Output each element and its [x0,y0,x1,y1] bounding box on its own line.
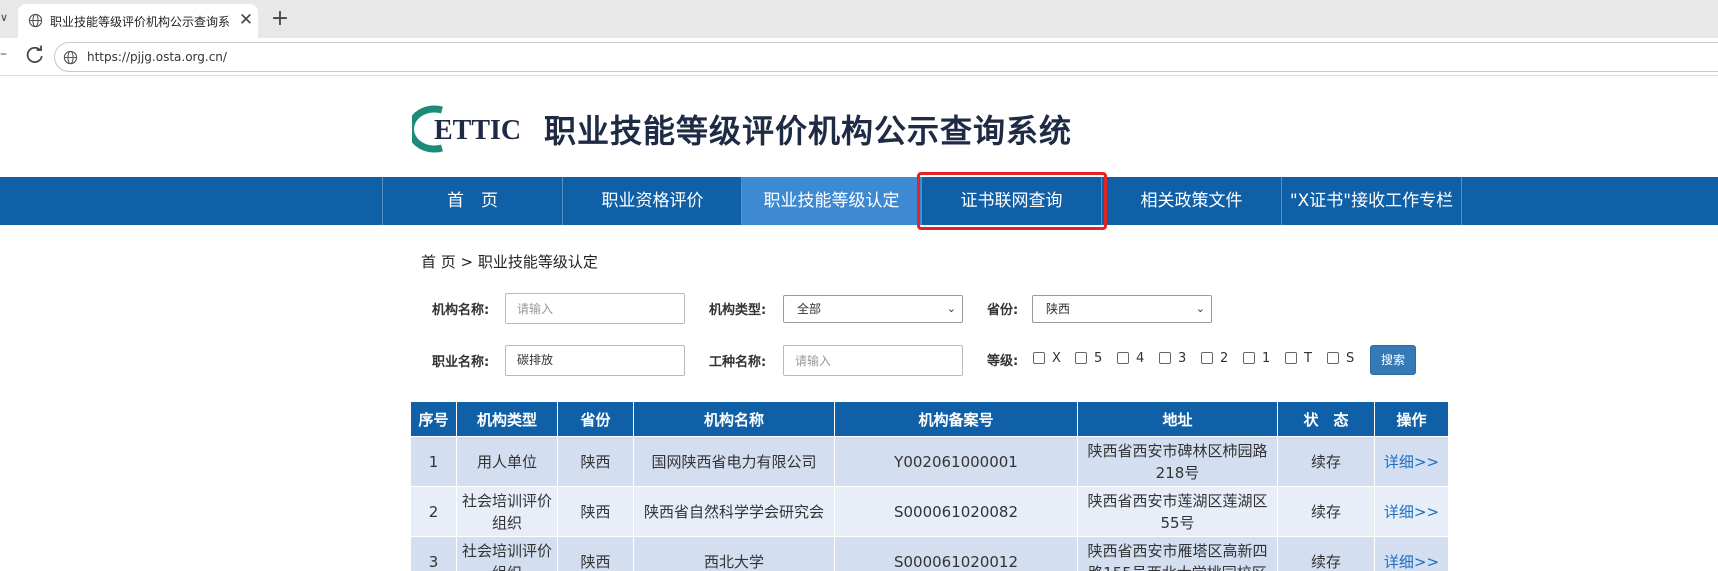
cell-province: 陕西 [557,436,634,487]
cell-status: 续存 [1277,486,1375,537]
occupation-input[interactable]: 碳排放 [505,345,685,376]
cell-org-type: 社会培训评价组织 [456,486,558,537]
breadcrumb: 首 页 > 职业技能等级认定 [421,253,598,271]
level-checkbox-3[interactable]: 3 [1159,351,1186,369]
browser-tabstrip: ∨ 职业技能等级评价机构公示查询系 ✕ + [0,0,1718,38]
org-type-label: 机构类型: [709,303,767,318]
plus-icon[interactable]: + [268,5,292,33]
org-type-value: 全部 [797,302,822,316]
back-arrow-icon[interactable]: – [0,46,10,62]
checkbox[interactable] [1243,352,1255,364]
col-header-record-no: 机构备案号 [834,401,1078,437]
globe-icon [28,13,43,28]
col-header-status: 状 态 [1277,401,1375,437]
cell-action: 详细>> [1374,486,1449,537]
tab-list-chevron-icon[interactable]: ∨ [0,8,10,28]
nav-vocational-qualification[interactable]: 职业资格评价 [562,177,742,225]
checkbox[interactable] [1075,352,1087,364]
cell-status: 续存 [1277,536,1375,571]
level-checkbox-4[interactable]: 4 [1117,351,1144,369]
level-checkbox-x[interactable]: X [1033,351,1061,369]
cell-org-name: 西北大学 [633,536,835,571]
checkbox[interactable] [1285,352,1297,364]
org-type-select[interactable]: 全部 ⌄ [783,295,963,323]
checkbox[interactable] [1117,352,1129,364]
tab-title: 职业技能等级评价机构公示查询系 [50,15,230,29]
col-header-org-type: 机构类型 [456,401,558,437]
org-name-input[interactable] [505,293,685,324]
col-header-action: 操作 [1374,401,1449,437]
close-icon[interactable]: ✕ [236,9,256,31]
cell-address: 陕西省西安市碑林区柿园路218号 [1077,436,1278,487]
col-header-province: 省份 [557,401,634,437]
level-checkbox-1[interactable]: 1 [1243,351,1270,369]
province-value: 陕西 [1046,302,1071,316]
nav-home[interactable]: 首 页 [382,177,562,225]
trade-input[interactable] [783,345,963,376]
nav-policy-documents[interactable]: 相关政策文件 [1101,177,1281,225]
browser-toolbar: – https://pjjg.osta.org.cn/ [0,38,1718,76]
reload-icon[interactable] [24,44,46,66]
level-checkbox-2[interactable]: 2 [1201,351,1228,369]
cell-record-no: Y002061000001 [834,436,1078,487]
detail-link[interactable]: 详细>> [1384,453,1439,471]
main-nav: 首 页 职业资格评价 职业技能等级认定 证书联网查询 相关政策文件 "X证书"接… [0,177,1718,225]
cell-org-type: 用人单位 [456,436,558,487]
cell-org-type: 社会培训评价组织 [456,536,558,571]
col-header-address: 地址 [1077,401,1278,437]
chevron-down-icon: ⌄ [1195,302,1205,315]
col-header-index: 序号 [410,401,457,437]
cell-org-name: 陕西省自然科学学会研究会 [633,486,835,537]
cell-address: 陕西省西安市雁塔区高新四路155号西北大学桃园校区 [1077,536,1278,571]
cell-record-no: S000061020082 [834,486,1078,537]
org-name-label: 机构名称: [432,303,490,318]
table-row: 1 用人单位 陕西 国网陕西省电力有限公司 Y002061000001 陕西省西… [410,436,1449,487]
checkbox[interactable] [1327,352,1339,364]
cell-address: 陕西省西安市莲湖区莲湖区55号 [1077,486,1278,537]
level-label: 等级: [987,354,1019,369]
globe-icon[interactable] [63,50,78,65]
search-button[interactable]: 搜索 [1370,345,1416,375]
site-title: 职业技能等级评价机构公示查询系统 [544,112,1073,150]
table-row: 2 社会培训评价组织 陕西 陕西省自然科学学会研究会 S000061020082… [410,486,1449,537]
nav-certificate-query[interactable]: 证书联网查询 [921,177,1101,225]
cell-province: 陕西 [557,536,634,571]
svg-text:ETTIC: ETTIC [434,115,521,146]
level-checkbox-t[interactable]: T [1285,351,1312,369]
cell-action: 详细>> [1374,536,1449,571]
checkbox[interactable] [1201,352,1213,364]
table-row: 3 社会培训评价组织 陕西 西北大学 S000061020012 陕西省西安市雁… [410,536,1449,571]
nav-x-certificate[interactable]: "X证书"接收工作专栏 [1281,177,1461,225]
level-checkbox-s[interactable]: S [1327,351,1354,369]
address-bar[interactable]: https://pjjg.osta.org.cn/ [54,42,1718,72]
province-select[interactable]: 陕西 ⌄ [1032,295,1212,323]
trade-label: 工种名称: [709,355,767,370]
site-logo: ETTIC [412,105,521,153]
cell-index: 1 [410,436,457,487]
cell-index: 3 [410,536,457,571]
cell-status: 续存 [1277,436,1375,487]
nav-skill-level-certification[interactable]: 职业技能等级认定 [741,177,921,225]
occupation-value: 碳排放 [517,353,554,367]
site-header: ETTIC 职业技能等级评价机构公示查询系统 [0,76,1718,176]
col-header-org-name: 机构名称 [633,401,835,437]
occupation-label: 职业名称: [432,355,490,370]
cell-province: 陕西 [557,486,634,537]
browser-tab[interactable]: 职业技能等级评价机构公示查询系 ✕ [18,4,258,38]
cell-org-name: 国网陕西省电力有限公司 [633,436,835,487]
chevron-down-icon: ⌄ [946,302,956,315]
url-text: https://pjjg.osta.org.cn/ [87,50,227,64]
cell-action: 详细>> [1374,436,1449,487]
table-header-row: 序号 机构类型 省份 机构名称 机构备案号 地址 状 态 操作 [410,401,1449,437]
detail-link[interactable]: 详细>> [1384,503,1439,521]
cell-record-no: S000061020012 [834,536,1078,571]
cell-index: 2 [410,486,457,537]
level-checkbox-5[interactable]: 5 [1075,351,1102,369]
checkbox[interactable] [1033,352,1045,364]
detail-link[interactable]: 详细>> [1384,553,1439,571]
province-label: 省份: [987,303,1019,318]
results-table: 序号 机构类型 省份 机构名称 机构备案号 地址 状 态 操作 1 用人单位 陕… [410,401,1449,571]
checkbox[interactable] [1159,352,1171,364]
nav-divider [1461,177,1462,225]
